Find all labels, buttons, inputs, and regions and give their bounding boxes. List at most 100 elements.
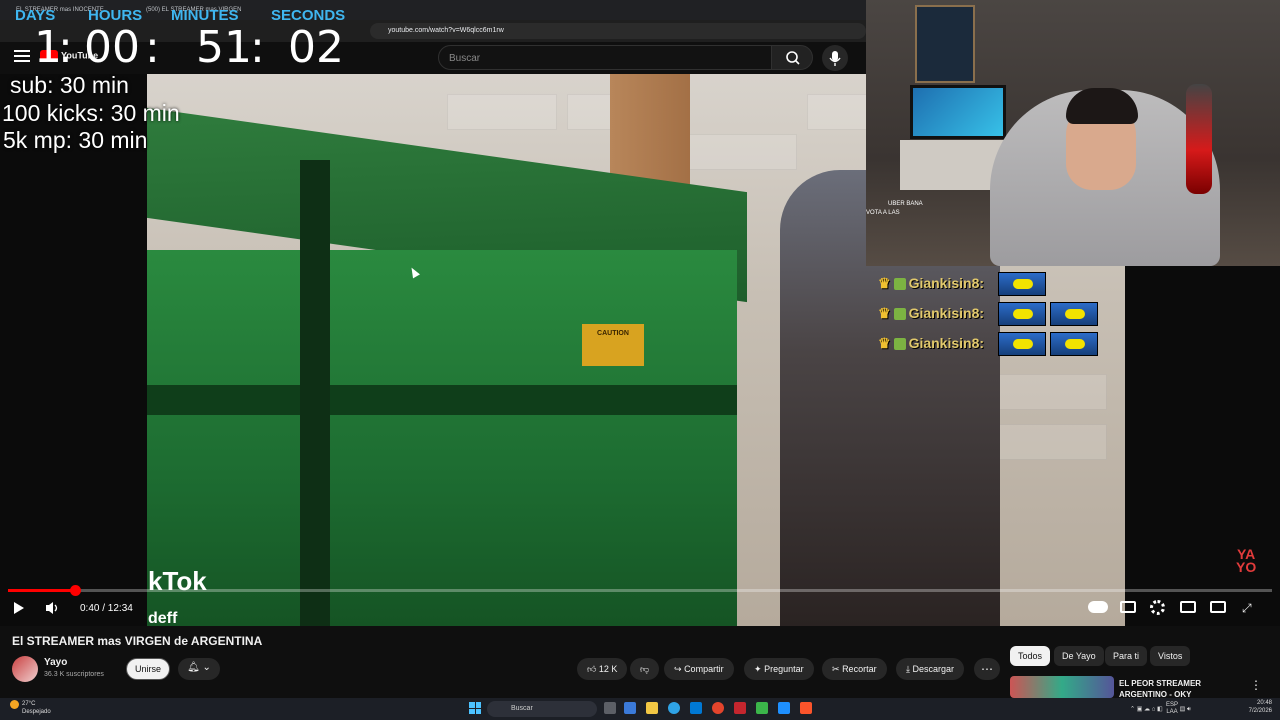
- taskbar-clock[interactable]: 20:48 7/2/2026: [1240, 699, 1272, 715]
- fullscreen-icon[interactable]: ⤢: [1242, 601, 1252, 616]
- weather-widget[interactable]: 27°C Despejado: [10, 700, 51, 716]
- share-label: Compartir: [684, 664, 724, 674]
- channel-avatar[interactable]: [12, 656, 38, 682]
- sparkle-icon: ✦: [754, 664, 762, 674]
- microphone-icon: [829, 51, 841, 66]
- webcam-chat-snippet: UBER BANA VOTA A LAS: [866, 200, 923, 218]
- chip-from-channel[interactable]: De Yayo: [1054, 646, 1104, 666]
- subtitles-icon[interactable]: [1120, 601, 1136, 613]
- edge-icon[interactable]: [668, 702, 680, 714]
- download-label: Descargar: [912, 664, 955, 674]
- brave-icon[interactable]: [800, 702, 812, 714]
- app-icon[interactable]: [778, 702, 790, 714]
- time-display: 0:40 / 12:34: [80, 603, 133, 614]
- chrome-icon[interactable]: [712, 702, 724, 714]
- system-tray[interactable]: ⌃ ▣ ☁ ⌂ ◧ ESP LAA ▤ 🔊︎: [1130, 702, 1191, 716]
- language-code: ESP: [1166, 702, 1179, 708]
- autoplay-toggle[interactable]: [1088, 601, 1108, 613]
- progress-scrubber[interactable]: [70, 585, 81, 596]
- recommended-video-thumbnail[interactable]: [1010, 676, 1114, 698]
- progress-bar-played: [8, 589, 75, 592]
- play-icon[interactable]: [14, 602, 24, 614]
- address-bar[interactable]: youtube.com/watch?v=W6qlcc6m1rw: [370, 23, 866, 39]
- crown-icon: ♛: [878, 335, 891, 351]
- clock-date: 7/2/2026: [1248, 708, 1272, 714]
- chat-emote-icon: [998, 302, 1046, 326]
- chat-message: ♛ Giankisin8:: [878, 275, 984, 292]
- goal-kicks: 100 kicks: 30 min: [2, 100, 180, 126]
- countdown-separator: :: [250, 22, 265, 73]
- channel-name[interactable]: Yayo: [44, 657, 67, 668]
- caution-sign: CAUTION: [582, 324, 644, 366]
- download-icon: ⤓: [906, 664, 910, 674]
- chat-emote-icon: [998, 332, 1046, 356]
- more-icon: ⋯: [981, 662, 993, 676]
- search-button[interactable]: [771, 45, 813, 70]
- chat-username: Giankisin8:: [908, 275, 985, 291]
- tiktok-watermark: kTok: [148, 566, 207, 596]
- watermark-line: YO: [1236, 559, 1257, 575]
- language-layout: LAA: [1166, 709, 1178, 715]
- streamer-hair: [1066, 88, 1138, 124]
- chevron-down-icon: ⌄: [202, 662, 211, 673]
- chip-watched[interactable]: Vistos: [1150, 646, 1191, 666]
- file-explorer-icon[interactable]: [646, 702, 658, 714]
- chip-all[interactable]: Todos: [1010, 646, 1051, 666]
- app-icon[interactable]: [756, 702, 768, 714]
- settings-gear-icon[interactable]: [1150, 600, 1165, 615]
- like-count: 12 K: [598, 664, 618, 674]
- ask-button[interactable]: ✦ Preguntar: [744, 658, 814, 680]
- volume-icon[interactable]: [45, 601, 59, 614]
- progress-bar[interactable]: [8, 589, 1272, 592]
- recommended-more-icon[interactable]: ⋮: [1250, 678, 1262, 692]
- dumpster-post: [300, 160, 330, 626]
- widgets-icon[interactable]: [624, 702, 636, 714]
- share-button[interactable]: ↪ Compartir: [664, 658, 734, 680]
- more-actions-button[interactable]: ⋯: [974, 658, 1000, 680]
- countdown-seconds: 02: [288, 22, 344, 73]
- goal-mp: 5k mp: 30 min: [3, 127, 148, 153]
- chip-for-you[interactable]: Para ti: [1105, 646, 1148, 666]
- thumbs-down-icon: 👎︎: [640, 664, 650, 674]
- webcam-chat-line: VOTA A LAS: [866, 210, 900, 216]
- like-button[interactable]: 👍︎ 12 K: [577, 658, 628, 680]
- chat-emote-icon: [998, 272, 1046, 296]
- notification-bell-button[interactable]: 🔔︎ ⌄: [178, 658, 220, 680]
- countdown-separator: :: [145, 22, 160, 73]
- webcam-chat-line: UBER BANA: [888, 201, 923, 207]
- task-view-icon[interactable]: [604, 702, 616, 714]
- miniplayer-icon[interactable]: [1180, 601, 1196, 613]
- share-icon: ↪: [674, 664, 682, 674]
- recommended-video-title[interactable]: EL PEOR STREAMER ARGENTINO - OKY: [1119, 678, 1239, 698]
- clip-button[interactable]: ✂ Recortar: [822, 658, 887, 680]
- crown-icon: ♛: [878, 305, 891, 321]
- download-button[interactable]: ⤓ Descargar: [896, 658, 965, 680]
- cast-icon[interactable]: [1210, 601, 1226, 613]
- windows-start-icon[interactable]: [469, 702, 481, 714]
- bell-icon: 🔔︎: [187, 662, 200, 673]
- sub-badge-icon: [893, 338, 906, 351]
- crown-icon: ♛: [878, 275, 891, 291]
- video-title: El STREAMER mas VIRGEN de ARGENTINA: [12, 634, 263, 648]
- sun-icon: [10, 700, 19, 709]
- weather-temp: 27°C: [22, 701, 36, 707]
- store-icon[interactable]: [690, 702, 702, 714]
- taskbar-search[interactable]: Buscar: [487, 701, 597, 717]
- hamburger-menu-icon[interactable]: [14, 50, 30, 64]
- subscriber-count: 36.3 K suscriptores: [44, 671, 104, 678]
- chat-message: ♛ Giankisin8:: [878, 335, 984, 352]
- chat-username: Giankisin8:: [908, 305, 985, 321]
- join-button[interactable]: Unirse: [126, 658, 170, 680]
- voice-search-button[interactable]: [822, 45, 848, 71]
- streaming-microphone: [1186, 84, 1212, 194]
- dumpster: [147, 250, 737, 626]
- countdown-minutes: 51: [196, 22, 252, 73]
- speaker-icon: [46, 602, 58, 614]
- search-input[interactable]: Buscar: [438, 45, 772, 70]
- tv-screen: [910, 85, 1006, 139]
- dumpster-stripe: [147, 385, 737, 415]
- app-icon[interactable]: [734, 702, 746, 714]
- dislike-button[interactable]: 👎︎: [630, 658, 660, 680]
- channel-watermark[interactable]: YA YO: [1236, 547, 1257, 575]
- goal-sub: sub: 30 min: [10, 72, 129, 98]
